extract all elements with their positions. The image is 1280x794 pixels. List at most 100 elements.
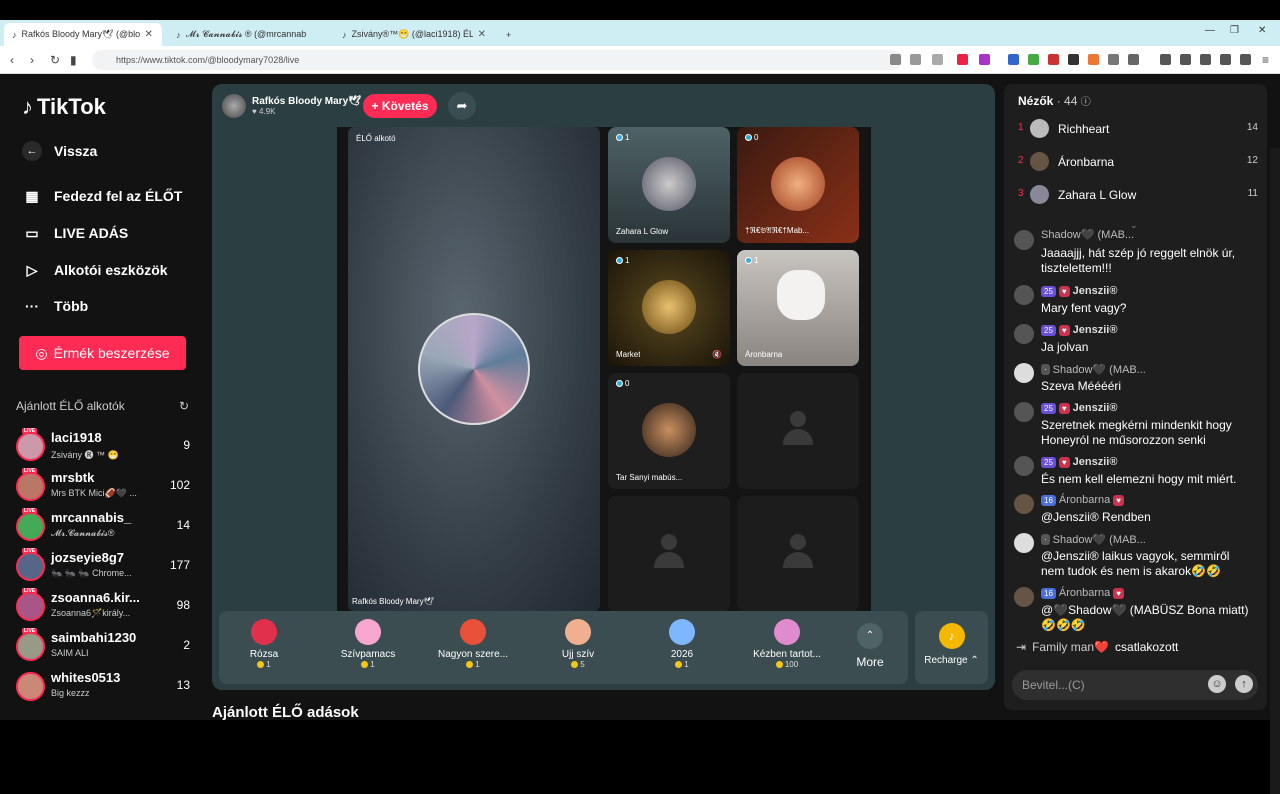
- creator-item[interactable]: LIVE zsoanna6.kir... ⁣⁣⁣Zsoanna6🪄király.…: [16, 588, 196, 626]
- extension-icon[interactable]: [1108, 54, 1119, 65]
- chat-message[interactable]: 25 ♥ Jenszii® Szeretnek megkérni mindenkit…: [1014, 402, 1260, 452]
- gift-item[interactable]: Nagyon szere... 1: [428, 619, 518, 669]
- page-scrollbar[interactable]: [1270, 148, 1280, 794]
- badge-icon: ·: [1041, 364, 1050, 375]
- nav-creator-tools[interactable]: ▷ Alkotói eszközök: [22, 260, 168, 280]
- creator-item[interactable]: LIVE saimbahi1230 SAIM ALI 2: [16, 628, 196, 666]
- chat-message[interactable]: 16 Áronbarna ♥ @Jenszii® Rendben: [1014, 494, 1260, 528]
- wallet-icon[interactable]: [1200, 54, 1211, 65]
- heart-hug-icon: [460, 619, 486, 645]
- guest-avatar: [642, 280, 696, 334]
- emoji-icon[interactable]: ☺: [1208, 675, 1226, 693]
- browser-tab-1[interactable]: ♪ Rafkós Bloody Mary🕊 (@blo ✕: [4, 23, 162, 46]
- close-tab-icon[interactable]: ✕: [478, 29, 486, 40]
- send-arrow-icon[interactable]: ↑: [1235, 675, 1253, 693]
- recharge-button[interactable]: ♪ Recharge ⌃: [915, 611, 988, 684]
- gift-item[interactable]: 2026 1: [637, 619, 727, 669]
- url-field[interactable]: https://www.tiktok.com/@bloodymary7028/l…: [92, 50, 902, 70]
- share-icon[interactable]: ➦: [448, 92, 476, 120]
- reload-icon[interactable]: ↻: [50, 53, 60, 67]
- tiktok-logo[interactable]: ♪ TikTok: [22, 94, 106, 120]
- gift-item[interactable]: Szívpamacs 1: [323, 619, 413, 669]
- avatar: [1030, 119, 1049, 138]
- chat-message[interactable]: 16 Áronbarna ♥ @🖤Shadow🖤 (MABÜSZ Bona miat…: [1014, 587, 1260, 635]
- chat-header: 25 ♥ Jenszii®: [1041, 456, 1117, 468]
- guest-slot-3[interactable]: 1 Market 🔇: [608, 250, 730, 366]
- get-coins-button[interactable]: ◎ Érmék beszerzése: [19, 336, 186, 370]
- extension-icon[interactable]: [1088, 54, 1099, 65]
- close-window-icon[interactable]: ✕: [1258, 25, 1266, 36]
- nav-explore-live[interactable]: ▦ Fedezd fel az ÉLŐT: [22, 186, 182, 206]
- host-info[interactable]: Rafkós Bloody Mary🕊 ♥ 4.9K: [222, 93, 361, 119]
- empty-guest-slot[interactable]: [737, 496, 859, 612]
- creator-name: laci1918: [51, 430, 102, 445]
- share-page-icon[interactable]: [932, 54, 943, 65]
- guest-name: Tar Sanyi mabús...: [616, 473, 683, 482]
- creator-item[interactable]: LIVE mrcannabis_ 𝓜𝓻.𝓒𝓪𝓷𝓷𝓪𝓫𝓲𝓼® 14: [16, 508, 196, 546]
- chat-message[interactable]: Shadow🖤 (MAB... Jaaaajjj, hát szép jó re…: [1014, 229, 1260, 278]
- bookmark-icon[interactable]: ▮: [70, 53, 77, 67]
- chat-message[interactable]: · Shadow🖤 (MAB... @Jenszii® laikus vagyok…: [1014, 533, 1260, 581]
- back-button[interactable]: ← Vissza: [22, 141, 97, 161]
- info-icon[interactable]: ⓘ: [1081, 97, 1091, 108]
- creator-item[interactable]: LIVE mrsbtk Mrs BTK Mici🏈🖤 ... 102: [16, 468, 196, 506]
- extension-icon[interactable]: [1028, 54, 1039, 65]
- empty-guest-slot[interactable]: [737, 373, 859, 489]
- chat-message[interactable]: 25 ♥ Jenszii® Mary fent vagy?: [1014, 285, 1260, 319]
- chat-message[interactable]: 25 ♥ Jenszii® Ja jolvan: [1014, 324, 1260, 358]
- chat-message[interactable]: · Shadow🖤 (MAB... Szeva Mééééri: [1014, 363, 1260, 397]
- tiktok-favicon-icon: ♪: [176, 29, 181, 40]
- guest-score: 0: [745, 133, 758, 142]
- back-arrow-icon: ←: [22, 141, 42, 161]
- empty-guest-slot[interactable]: [608, 496, 730, 612]
- extension-icon[interactable]: [1128, 54, 1139, 65]
- guest-slot-2[interactable]: 0 †ℜ€𝔅𝔄ℜ€†Mab...: [737, 127, 859, 243]
- new-tab-button[interactable]: +: [498, 23, 518, 46]
- top-viewer[interactable]: 2 Áronbarna 12: [1018, 152, 1258, 172]
- nav-go-live[interactable]: ▭ LIVE ADÁS: [22, 223, 128, 243]
- guest-slot-4[interactable]: 1 Áronbarna: [737, 250, 859, 366]
- host-avatar[interactable]: [222, 94, 246, 118]
- maximize-icon[interactable]: ❐: [1230, 25, 1239, 36]
- menu-icon[interactable]: ≡: [1262, 53, 1269, 67]
- back-arrow-icon[interactable]: ‹: [10, 53, 14, 67]
- guest-avatar: [777, 270, 825, 320]
- close-tab-icon[interactable]: ✕: [145, 29, 153, 40]
- guest-avatar: [642, 403, 696, 457]
- guest-slot-5[interactable]: 0 Tar Sanyi mabús...: [608, 373, 730, 489]
- browser-tab-2[interactable]: ♪ 𝓜𝓻 𝓒𝓪𝓷𝓷𝓪𝓫𝓲𝓼 ® (@mrcannab: [168, 23, 328, 46]
- refresh-icon[interactable]: ↻: [179, 399, 189, 413]
- more-gifts-button[interactable]: ⌃ More: [855, 623, 885, 669]
- top-viewer[interactable]: 1 Richheart 14: [1018, 119, 1258, 139]
- follow-button[interactable]: + Követés: [363, 94, 437, 118]
- creator-item[interactable]: whites0513 Big kezzz 13: [16, 670, 196, 706]
- media-icon[interactable]: [1160, 54, 1171, 65]
- extension-icon[interactable]: [1008, 54, 1019, 65]
- ai-icon[interactable]: [1220, 54, 1231, 65]
- extension-icon[interactable]: [1068, 54, 1079, 65]
- gem-icon: [745, 134, 752, 141]
- rewards-icon[interactable]: [979, 54, 990, 65]
- gift-item[interactable]: Ujj szív 5: [533, 619, 623, 669]
- rose-icon: [251, 619, 277, 645]
- browser-tab-3[interactable]: ♪ Zsivány®™😁 (@laci1918) ÉLŐ adás ✕: [334, 23, 494, 46]
- zoom-icon[interactable]: [910, 54, 921, 65]
- gift-name: 2026: [670, 649, 694, 660]
- avatar: [16, 672, 45, 701]
- translate-icon[interactable]: [890, 54, 901, 65]
- brave-shield-icon[interactable]: [957, 54, 968, 65]
- forward-arrow-icon[interactable]: ›: [30, 53, 34, 67]
- chat-message[interactable]: 25 ♥ Jenszii® És nem kell elemezni hogy mi…: [1014, 456, 1260, 490]
- sidebar-toggle-icon[interactable]: [1180, 54, 1191, 65]
- nav-more[interactable]: ··· Több: [22, 296, 88, 316]
- gift-item[interactable]: Kézben tartot... 100: [742, 619, 832, 669]
- gift-item[interactable]: Rózsa 1: [219, 619, 309, 669]
- creator-item[interactable]: LIVE laci1918 Zsivány 🅡 ™ 😁 9: [16, 428, 196, 466]
- extension-icon[interactable]: [1048, 54, 1059, 65]
- more-dots-icon: ···: [25, 298, 39, 314]
- minimize-icon[interactable]: —: [1205, 25, 1215, 36]
- vpn-icon[interactable]: [1240, 54, 1251, 65]
- guest-slot-1[interactable]: 1 Zahara L Glow: [608, 127, 730, 243]
- creator-item[interactable]: LIVE jozseyie8g7 🐜 🐜 🐜 Chrome... 177: [16, 548, 196, 586]
- top-viewer[interactable]: 3 Zahara L Glow 11: [1018, 185, 1258, 205]
